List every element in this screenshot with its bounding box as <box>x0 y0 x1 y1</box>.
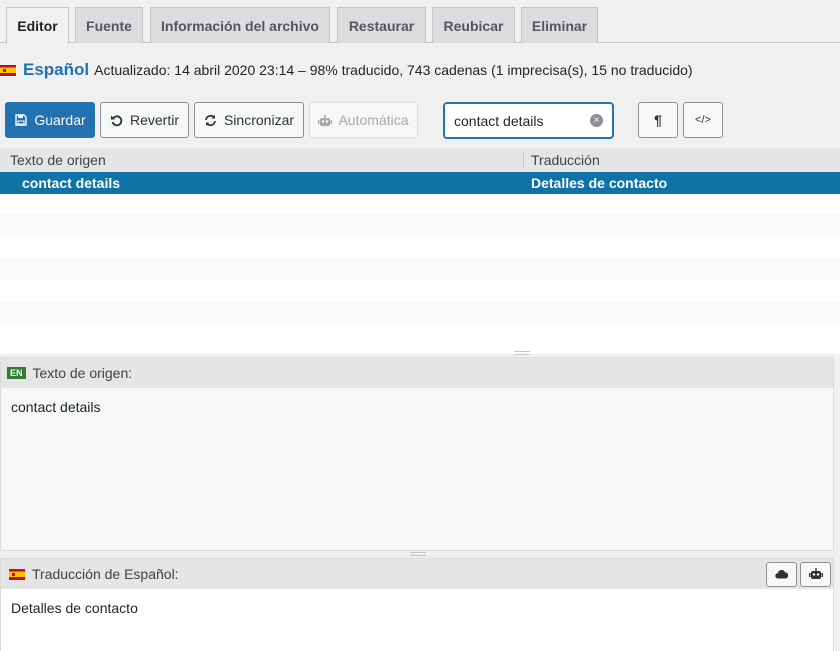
table-row[interactable]: contact details Detalles de contacto <box>0 172 840 194</box>
sync-button[interactable]: Sincronizar <box>194 102 304 138</box>
cloud-icon <box>775 568 789 582</box>
pane-resize-handle[interactable] <box>514 351 530 355</box>
tab-eliminar[interactable]: Eliminar <box>521 7 598 43</box>
tab-bar: Editor Fuente Información del archivo Re… <box>0 0 840 44</box>
column-header-translation[interactable]: Traducción <box>531 152 600 168</box>
translation-pane-header: Traducción de Español: <box>1 559 833 589</box>
clear-search-icon[interactable]: × <box>590 114 603 127</box>
column-header-source[interactable]: Texto de origen <box>10 152 106 168</box>
table-header: Texto de origen Traducción <box>0 148 840 172</box>
tab-fuente[interactable]: Fuente <box>75 7 143 43</box>
auto-translate-string-button[interactable] <box>800 562 831 587</box>
robot-icon <box>318 113 333 127</box>
translation-text-editor[interactable]: Detalles de contacto <box>1 589 833 627</box>
tab-restaurar[interactable]: Restaurar <box>337 7 426 43</box>
source-text: contact details <box>1 388 833 426</box>
tab-editor[interactable]: Editor <box>6 7 69 44</box>
source-pane-title: Texto de origen: <box>32 365 133 381</box>
empty-row <box>0 214 840 236</box>
save-label: Guardar <box>34 112 86 128</box>
tab-reubicar[interactable]: Reubicar <box>432 7 515 43</box>
undo-icon <box>110 113 124 127</box>
strings-table: Texto de origen Traducción contact detai… <box>0 148 840 355</box>
toggle-invisibles-button[interactable]: ¶ <box>638 102 678 138</box>
auto-translate-label: Automática <box>338 112 409 128</box>
revert-label: Revertir <box>129 112 179 128</box>
spain-flag-icon <box>0 64 16 76</box>
source-pane: EN Texto de origen: contact details <box>0 357 834 551</box>
source-pane-header: EN Texto de origen: <box>1 358 833 388</box>
empty-row <box>0 302 840 324</box>
toggle-code-view-button[interactable]: </> <box>683 102 723 138</box>
translation-pane-title: Traducción de Español: <box>32 566 179 582</box>
row-translation: Detalles de contacto <box>531 175 668 191</box>
code-icon: </> <box>695 114 711 126</box>
save-button[interactable]: Guardar <box>5 102 95 138</box>
search-input[interactable] <box>454 111 589 131</box>
robot-icon <box>808 567 823 583</box>
language-link[interactable]: Español <box>23 60 89 80</box>
refresh-icon <box>204 113 218 127</box>
status-meta: Actualizado: 14 abril 2020 23:14 – 98% t… <box>94 62 693 78</box>
auto-translate-button[interactable]: Automática <box>309 102 418 138</box>
revert-button[interactable]: Revertir <box>100 102 189 138</box>
spain-flag-icon <box>9 568 25 580</box>
row-source: contact details <box>22 175 121 191</box>
cloud-suggest-button[interactable] <box>766 562 797 587</box>
sync-label: Sincronizar <box>223 112 295 128</box>
floppy-disk-icon <box>14 113 28 127</box>
search-box[interactable]: × <box>443 102 614 139</box>
pilcrow-icon: ¶ <box>654 112 662 128</box>
translation-pane: Traducción de Español: Detalles de conta… <box>0 558 834 651</box>
column-resizer[interactable] <box>523 152 524 168</box>
pane-resize-handle[interactable] <box>410 552 426 556</box>
tab-informacion-archivo[interactable]: Información del archivo <box>150 7 330 43</box>
empty-row <box>0 258 840 280</box>
english-badge: EN <box>7 367 26 379</box>
file-status: Español Actualizado: 14 abril 2020 23:14… <box>0 58 693 82</box>
